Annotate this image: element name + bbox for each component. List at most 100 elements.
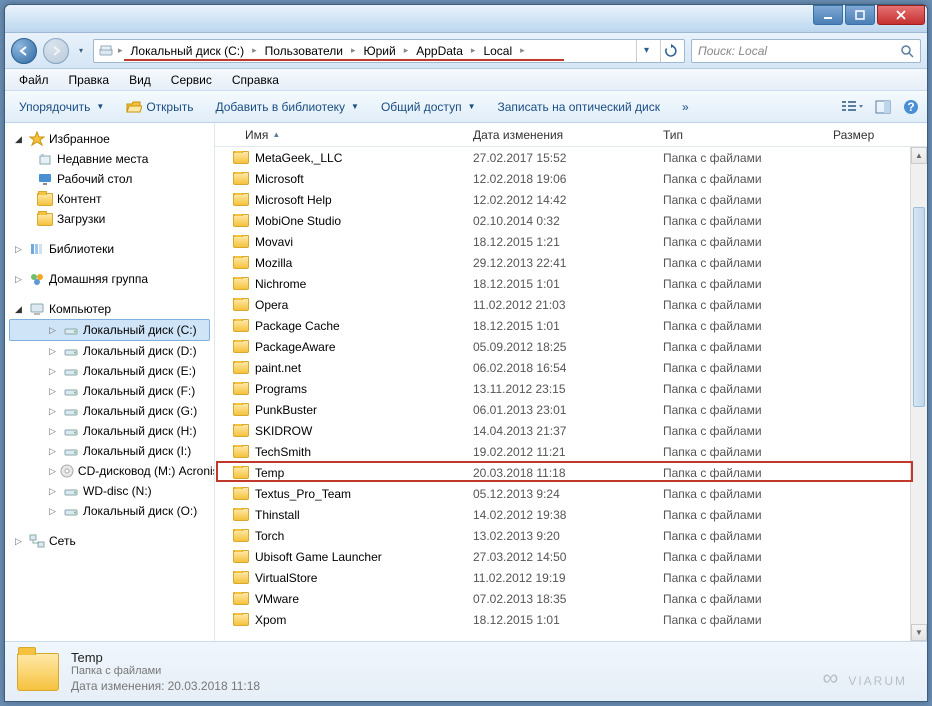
open-button[interactable]: Открыть — [120, 97, 199, 117]
organize-button[interactable]: Упорядочить▼ — [13, 97, 110, 117]
breadcrumb-seg-3[interactable]: AppData — [412, 44, 467, 58]
table-row[interactable]: PackageAware05.09.2012 18:25Папка с файл… — [215, 336, 927, 357]
table-row[interactable]: Textus_Pro_Team05.12.2013 9:24Папка с фа… — [215, 483, 927, 504]
expand-icon[interactable]: ▷ — [49, 406, 59, 417]
folder-icon — [233, 151, 249, 164]
sidebar-homegroup[interactable]: ▷ Домашняя группа — [9, 269, 210, 289]
scroll-up-button[interactable]: ▲ — [911, 147, 927, 164]
sidebar-libraries[interactable]: ▷ Библиотеки — [9, 239, 210, 259]
sidebar-favorites[interactable]: ◢ Избранное — [9, 129, 210, 149]
annotation-underline — [124, 59, 564, 61]
sidebar-computer[interactable]: ◢ Компьютер — [9, 299, 210, 319]
table-row[interactable]: SKIDROW14.04.2013 21:37Папка с файлами — [215, 420, 927, 441]
table-row[interactable]: Microsoft Help12.02.2012 14:42Папка с фа… — [215, 189, 927, 210]
file-type: Папка с файлами — [655, 445, 825, 459]
table-row[interactable]: Movavi18.12.2015 1:21Папка с файлами — [215, 231, 927, 252]
expand-icon[interactable]: ▷ — [49, 426, 59, 437]
table-row[interactable]: MobiOne Studio02.10.2014 0:32Папка с фай… — [215, 210, 927, 231]
sidebar-item-downloads[interactable]: Загрузки — [9, 209, 210, 229]
sidebar-drive[interactable]: ▷Локальный диск (G:) — [9, 401, 210, 421]
breadcrumb-seg-2[interactable]: Юрий — [359, 44, 399, 58]
table-row[interactable]: Ubisoft Game Launcher27.03.2012 14:50Пап… — [215, 546, 927, 567]
add-to-library-button[interactable]: Добавить в библиотеку▼ — [209, 97, 364, 117]
expand-icon[interactable]: ▷ — [15, 244, 25, 255]
view-mode-button[interactable] — [841, 99, 863, 115]
nav-history-dropdown[interactable]: ▾ — [75, 40, 87, 62]
folder-icon — [233, 193, 249, 206]
breadcrumb-seg-0[interactable]: Локальный диск (C:) — [127, 44, 249, 58]
collapse-icon[interactable]: ◢ — [15, 304, 25, 315]
burn-button[interactable]: Записать на оптический диск — [491, 97, 666, 117]
table-row[interactable]: TechSmith19.02.2012 11:21Папка с файлами — [215, 441, 927, 462]
back-button[interactable] — [11, 38, 37, 64]
col-type[interactable]: Тип — [655, 128, 825, 142]
scroll-down-button[interactable]: ▼ — [911, 624, 927, 641]
menu-view[interactable]: Вид — [121, 71, 159, 89]
table-row[interactable]: PunkBuster06.01.2013 23:01Папка с файлам… — [215, 399, 927, 420]
expand-icon[interactable]: ▷ — [49, 486, 59, 497]
expand-icon[interactable]: ▷ — [49, 325, 59, 336]
table-row[interactable]: Microsoft12.02.2018 19:06Папка с файлами — [215, 168, 927, 189]
menu-file[interactable]: Файл — [11, 71, 57, 89]
collapse-icon[interactable]: ◢ — [15, 134, 25, 145]
table-row[interactable]: Nichrome18.12.2015 1:01Папка с файлами — [215, 273, 927, 294]
sidebar-drive[interactable]: ▷Локальный диск (C:) — [9, 319, 210, 341]
more-button[interactable]: » — [676, 97, 695, 117]
table-row[interactable]: Programs13.11.2012 23:15Папка с файлами — [215, 378, 927, 399]
table-row[interactable]: paint.net06.02.2018 16:54Папка с файлами — [215, 357, 927, 378]
menu-help[interactable]: Справка — [224, 71, 287, 89]
file-body[interactable]: MetaGeek,_LLC27.02.2017 15:52Папка с фай… — [215, 147, 927, 641]
col-name[interactable]: Имя▲ — [215, 128, 465, 142]
breadcrumb-seg-4[interactable]: Local — [479, 44, 516, 58]
sidebar-item-content[interactable]: Контент — [9, 189, 210, 209]
table-row[interactable]: VirtualStore11.02.2012 19:19Папка с файл… — [215, 567, 927, 588]
table-row[interactable]: VMware07.02.2013 18:35Папка с файлами — [215, 588, 927, 609]
sidebar-drive[interactable]: ▷Локальный диск (E:) — [9, 361, 210, 381]
expand-icon[interactable]: ▷ — [49, 346, 59, 357]
close-button[interactable] — [877, 5, 925, 25]
refresh-button[interactable] — [660, 40, 680, 62]
table-row[interactable]: Temp20.03.2018 11:18Папка с файлами — [215, 462, 927, 483]
col-date[interactable]: Дата изменения — [465, 128, 655, 142]
sidebar-item-recent[interactable]: Недавние места — [9, 149, 210, 169]
expand-icon[interactable]: ▷ — [49, 506, 59, 517]
menu-tools[interactable]: Сервис — [163, 71, 220, 89]
expand-icon[interactable]: ▷ — [49, 366, 59, 377]
menu-edit[interactable]: Правка — [61, 71, 118, 89]
expand-icon[interactable]: ▷ — [15, 274, 25, 285]
forward-button[interactable] — [43, 38, 69, 64]
expand-icon[interactable]: ▷ — [49, 446, 59, 457]
table-row[interactable]: Package Cache18.12.2015 1:01Папка с файл… — [215, 315, 927, 336]
table-row[interactable]: Thinstall14.02.2012 19:38Папка с файлами — [215, 504, 927, 525]
sidebar-drive[interactable]: ▷Локальный диск (O:) — [9, 501, 210, 521]
expand-icon[interactable]: ▷ — [15, 536, 25, 547]
help-button[interactable]: ? — [903, 99, 919, 115]
col-size[interactable]: Размер — [825, 128, 925, 142]
preview-pane-button[interactable] — [875, 99, 891, 115]
expand-icon[interactable]: ▷ — [49, 386, 59, 397]
scroll-thumb[interactable] — [913, 207, 925, 407]
sidebar-drive[interactable]: ▷WD-disc (N:) — [9, 481, 210, 501]
sidebar-drive[interactable]: ▷Локальный диск (F:) — [9, 381, 210, 401]
minimize-button[interactable] — [813, 5, 843, 25]
scrollbar[interactable]: ▲ ▼ — [910, 147, 927, 641]
table-row[interactable]: MetaGeek,_LLC27.02.2017 15:52Папка с фай… — [215, 147, 927, 168]
sidebar-drive[interactable]: ▷Локальный диск (D:) — [9, 341, 210, 361]
sidebar-drive[interactable]: ▷Локальный диск (H:) — [9, 421, 210, 441]
drive-label: Локальный диск (I:) — [83, 444, 191, 458]
table-row[interactable]: Opera11.02.2012 21:03Папка с файлами — [215, 294, 927, 315]
table-row[interactable]: Mozilla29.12.2013 22:41Папка с файлами — [215, 252, 927, 273]
share-button[interactable]: Общий доступ▼ — [375, 97, 482, 117]
table-row[interactable]: Xpom18.12.2015 1:01Папка с файлами — [215, 609, 927, 630]
breadcrumb[interactable]: ▸ Локальный диск (C:) ▸ Пользователи ▸ Ю… — [93, 39, 685, 63]
expand-icon[interactable]: ▷ — [49, 466, 56, 477]
breadcrumb-seg-1[interactable]: Пользователи — [261, 44, 347, 58]
sidebar-drive[interactable]: ▷ Локальный диск (I:) — [9, 441, 210, 461]
table-row[interactable]: Torch13.02.2013 9:20Папка с файлами — [215, 525, 927, 546]
sidebar-network[interactable]: ▷ Сеть — [9, 531, 210, 551]
search-input[interactable]: Поиск: Local — [691, 39, 921, 63]
sidebar-item-desktop[interactable]: Рабочий стол — [9, 169, 210, 189]
maximize-button[interactable] — [845, 5, 875, 25]
sidebar-drive[interactable]: ▷CD-дисковод (M:) Acronis M — [9, 461, 210, 481]
breadcrumb-dropdown[interactable]: ▾ — [636, 40, 656, 62]
